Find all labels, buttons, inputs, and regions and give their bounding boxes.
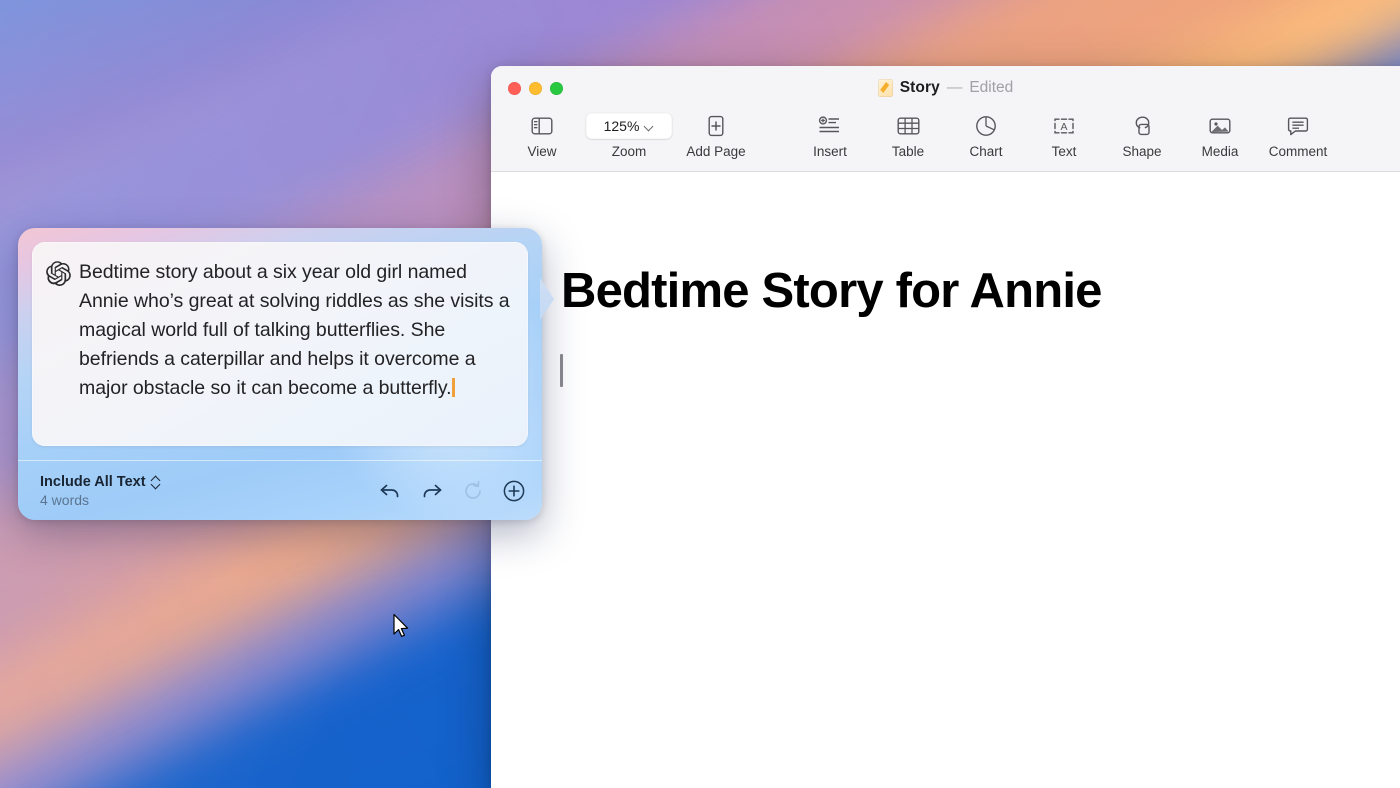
table-icon bbox=[897, 113, 920, 139]
toolbar-table-button[interactable]: Table bbox=[869, 110, 947, 159]
desktop-wallpaper: Story — Edited V bbox=[0, 0, 1400, 788]
include-text-label: Include All Text bbox=[40, 474, 146, 490]
minimize-button[interactable] bbox=[529, 82, 542, 95]
pages-window: Story — Edited V bbox=[491, 66, 1400, 788]
include-text-dropdown[interactable]: Include All Text bbox=[40, 474, 160, 490]
close-button[interactable] bbox=[508, 82, 521, 95]
media-image-icon bbox=[1208, 113, 1232, 139]
toolbar-zoom-control[interactable]: 125% Zoom bbox=[581, 110, 677, 159]
word-count-label: 4 words bbox=[40, 492, 160, 508]
insert-button[interactable] bbox=[502, 479, 526, 503]
undo-button[interactable] bbox=[378, 481, 402, 501]
openai-logo-icon bbox=[46, 261, 71, 436]
toolbar-comment-label: Comment bbox=[1269, 144, 1328, 159]
assistant-prompt-text: Bedtime story about a six year old girl … bbox=[79, 258, 510, 436]
toolbar-zoom-label: Zoom bbox=[612, 144, 647, 159]
toolbar-text-label: Text bbox=[1052, 144, 1077, 159]
toolbar-table-label: Table bbox=[892, 144, 924, 159]
insert-icon bbox=[818, 113, 842, 139]
toolbar-chart-label: Chart bbox=[969, 144, 1002, 159]
window-titlebar: Story — Edited bbox=[491, 66, 1400, 110]
document-heading: Bedtime Story for Annie bbox=[561, 263, 1102, 319]
chart-pie-icon bbox=[975, 113, 997, 139]
chevron-up-down-icon bbox=[151, 475, 160, 489]
main-toolbar: View 125% Zoom bbox=[491, 110, 1400, 172]
regenerate-button[interactable] bbox=[462, 480, 484, 502]
assistant-footer-info: Include All Text 4 words bbox=[40, 474, 160, 508]
toolbar-left-group: View 125% Zoom bbox=[503, 110, 1337, 159]
toolbar-comment-button[interactable]: Comment bbox=[1259, 110, 1337, 159]
assistant-text-caret bbox=[452, 378, 455, 397]
toolbar-shape-label: Shape bbox=[1122, 144, 1161, 159]
toolbar-add-page-button[interactable]: Add Page bbox=[677, 110, 755, 159]
toolbar-view-button[interactable]: View bbox=[503, 110, 581, 159]
toolbar-text-button[interactable]: A Text bbox=[1025, 110, 1103, 159]
toolbar-view-label: View bbox=[527, 144, 556, 159]
assistant-prompt-body: Bedtime story about a six year old girl … bbox=[79, 261, 510, 399]
traffic-light-group bbox=[508, 82, 563, 95]
assistant-panel-footer: Include All Text 4 words bbox=[18, 460, 542, 520]
zoom-dropdown[interactable]: 125% bbox=[586, 113, 672, 139]
add-page-icon bbox=[707, 113, 725, 139]
toolbar-shape-button[interactable]: Shape bbox=[1103, 110, 1181, 159]
assistant-action-group bbox=[378, 479, 526, 503]
sidebar-view-icon bbox=[531, 113, 553, 139]
document-text-caret bbox=[560, 354, 563, 387]
toolbar-media-label: Media bbox=[1202, 144, 1239, 159]
document-edited-state: Edited bbox=[969, 79, 1013, 97]
chevron-down-icon bbox=[645, 122, 654, 131]
svg-text:A: A bbox=[1060, 121, 1067, 133]
toolbar-insert-label: Insert bbox=[813, 144, 847, 159]
comment-bubble-icon bbox=[1287, 113, 1309, 139]
toolbar-chart-button[interactable]: Chart bbox=[947, 110, 1025, 159]
document-canvas[interactable]: Bedtime Story for Annie bbox=[491, 173, 1400, 788]
toolbar-media-button[interactable]: Media bbox=[1181, 110, 1259, 159]
pages-document-icon bbox=[878, 79, 893, 97]
zoom-value: 125% bbox=[604, 118, 640, 134]
title-separator: — bbox=[947, 79, 963, 97]
assistant-panel: Bedtime story about a six year old girl … bbox=[18, 228, 542, 520]
maximize-button[interactable] bbox=[550, 82, 563, 95]
toolbar-divider-space bbox=[755, 110, 791, 159]
window-title: Story bbox=[900, 79, 940, 97]
text-box-icon: A bbox=[1052, 113, 1076, 139]
toolbar-add-page-label: Add Page bbox=[686, 144, 745, 159]
shape-icon bbox=[1131, 113, 1153, 139]
window-title-group: Story — Edited bbox=[491, 79, 1400, 97]
toolbar-insert-button[interactable]: Insert bbox=[791, 110, 869, 159]
redo-button[interactable] bbox=[420, 481, 444, 501]
assistant-prompt-card[interactable]: Bedtime story about a six year old girl … bbox=[32, 242, 528, 446]
